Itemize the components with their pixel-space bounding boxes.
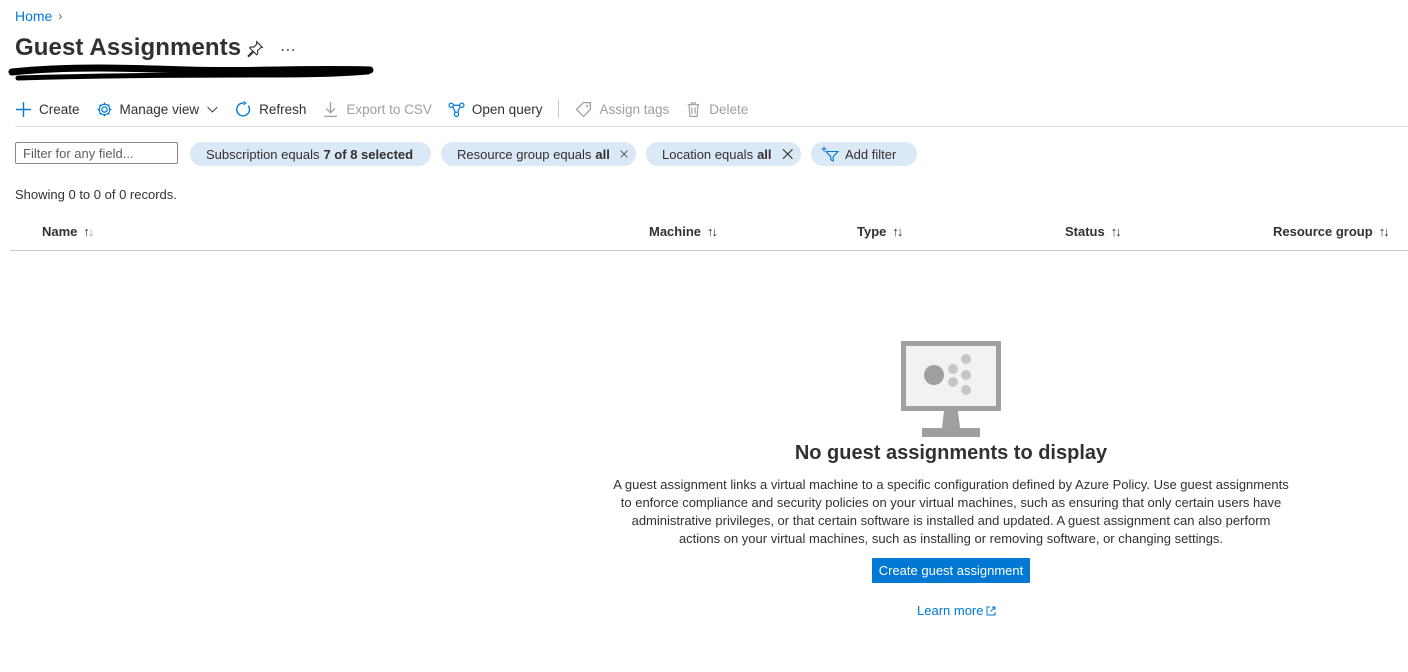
subscription-filter-pill[interactable]: Subscription equals 7 of 8 selected bbox=[190, 142, 431, 166]
refresh-icon bbox=[236, 100, 251, 117]
column-header-resource-group[interactable]: Resource group ↑↓ bbox=[1273, 224, 1390, 239]
page-title: Guest Assignments bbox=[15, 34, 242, 61]
tag-icon bbox=[576, 101, 592, 117]
column-header-label: Status bbox=[1065, 224, 1105, 239]
column-header-label: Name bbox=[42, 224, 78, 239]
command-bar: Create Manage view Refresh Export to CSV… bbox=[15, 96, 764, 122]
create-guest-assignment-button[interactable]: Create guest assignment bbox=[872, 558, 1030, 583]
sort-icon: ↑↓ bbox=[892, 224, 903, 239]
column-header-label: Machine bbox=[649, 224, 702, 239]
close-icon[interactable] bbox=[782, 148, 793, 160]
breadcrumb: Home › bbox=[15, 8, 62, 24]
assign-tags-button[interactable]: Assign tags bbox=[575, 101, 669, 118]
column-header-label: Resource group bbox=[1273, 224, 1373, 239]
resource-group-filter-label: Resource group equals bbox=[457, 146, 592, 162]
column-header-machine[interactable]: Machine ↑↓ bbox=[649, 224, 718, 239]
column-header-type[interactable]: Type ↑↓ bbox=[857, 224, 903, 239]
sort-icon: ↑↓ bbox=[707, 224, 718, 239]
open-query-button[interactable]: Open query bbox=[448, 101, 543, 118]
add-filter-button[interactable]: Add filter bbox=[811, 142, 917, 166]
empty-state-description: A guest assignment links a virtual machi… bbox=[613, 477, 1289, 546]
delete-button[interactable]: Delete bbox=[685, 101, 748, 118]
gear-icon bbox=[97, 102, 111, 116]
filter-input[interactable] bbox=[15, 142, 178, 164]
location-filter-label: Location equals bbox=[662, 146, 754, 162]
resource-group-filter-pill[interactable]: Resource group equals all bbox=[441, 142, 636, 166]
create-label: Create bbox=[39, 101, 80, 117]
learn-more-link[interactable]: Learn more bbox=[917, 603, 996, 618]
column-header-label: Type bbox=[857, 224, 887, 239]
toolbar-divider-line bbox=[15, 126, 1408, 127]
subscription-filter-value: 7 of 8 selected bbox=[323, 146, 414, 162]
add-filter-label: Add filter bbox=[845, 146, 897, 162]
learn-more-label: Learn more bbox=[917, 603, 984, 618]
create-button[interactable]: Create bbox=[15, 101, 80, 118]
add-filter-icon bbox=[821, 146, 839, 162]
chevron-down-icon bbox=[207, 106, 218, 113]
column-header-status[interactable]: Status ↑↓ bbox=[1065, 224, 1122, 239]
download-icon bbox=[324, 101, 338, 117]
monitor-icon bbox=[901, 341, 1001, 437]
breadcrumb-home-link[interactable]: Home bbox=[15, 8, 52, 24]
resource-group-filter-value: all bbox=[595, 146, 610, 162]
trash-icon bbox=[687, 101, 700, 117]
sort-icon: ↑↓ bbox=[1110, 224, 1122, 239]
redaction-scribble bbox=[8, 64, 374, 81]
manage-view-button[interactable]: Manage view bbox=[96, 101, 220, 118]
more-options-icon[interactable]: ⋯ bbox=[280, 40, 296, 60]
open-query-label: Open query bbox=[471, 101, 543, 117]
location-filter-value: all bbox=[757, 146, 772, 162]
subscription-filter-label: Subscription equals bbox=[206, 146, 320, 162]
refresh-label: Refresh bbox=[259, 101, 307, 117]
location-filter-pill[interactable]: Location equals all bbox=[646, 142, 801, 166]
plus-icon bbox=[16, 101, 31, 117]
delete-label: Delete bbox=[709, 101, 749, 117]
manage-view-label: Manage view bbox=[119, 101, 200, 117]
pin-icon[interactable] bbox=[246, 40, 264, 58]
sort-ascending-icon: ↑↓ bbox=[83, 224, 94, 239]
sort-icon: ↑↓ bbox=[1378, 224, 1390, 239]
toolbar-divider bbox=[558, 100, 560, 118]
empty-state-title: No guest assignments to display bbox=[794, 442, 1108, 464]
external-link-icon bbox=[986, 606, 996, 615]
close-icon[interactable] bbox=[620, 148, 628, 160]
table-header-divider bbox=[10, 250, 1408, 251]
column-header-name[interactable]: Name ↑↓ bbox=[42, 224, 94, 239]
assign-tags-label: Assign tags bbox=[599, 101, 670, 117]
chevron-right-icon: › bbox=[58, 9, 63, 23]
records-count: Showing 0 to 0 of 0 records. bbox=[15, 187, 177, 202]
export-csv-label: Export to CSV bbox=[346, 101, 432, 117]
query-icon bbox=[448, 102, 465, 117]
export-csv-button[interactable]: Export to CSV bbox=[322, 101, 432, 118]
refresh-button[interactable]: Refresh bbox=[235, 100, 307, 118]
